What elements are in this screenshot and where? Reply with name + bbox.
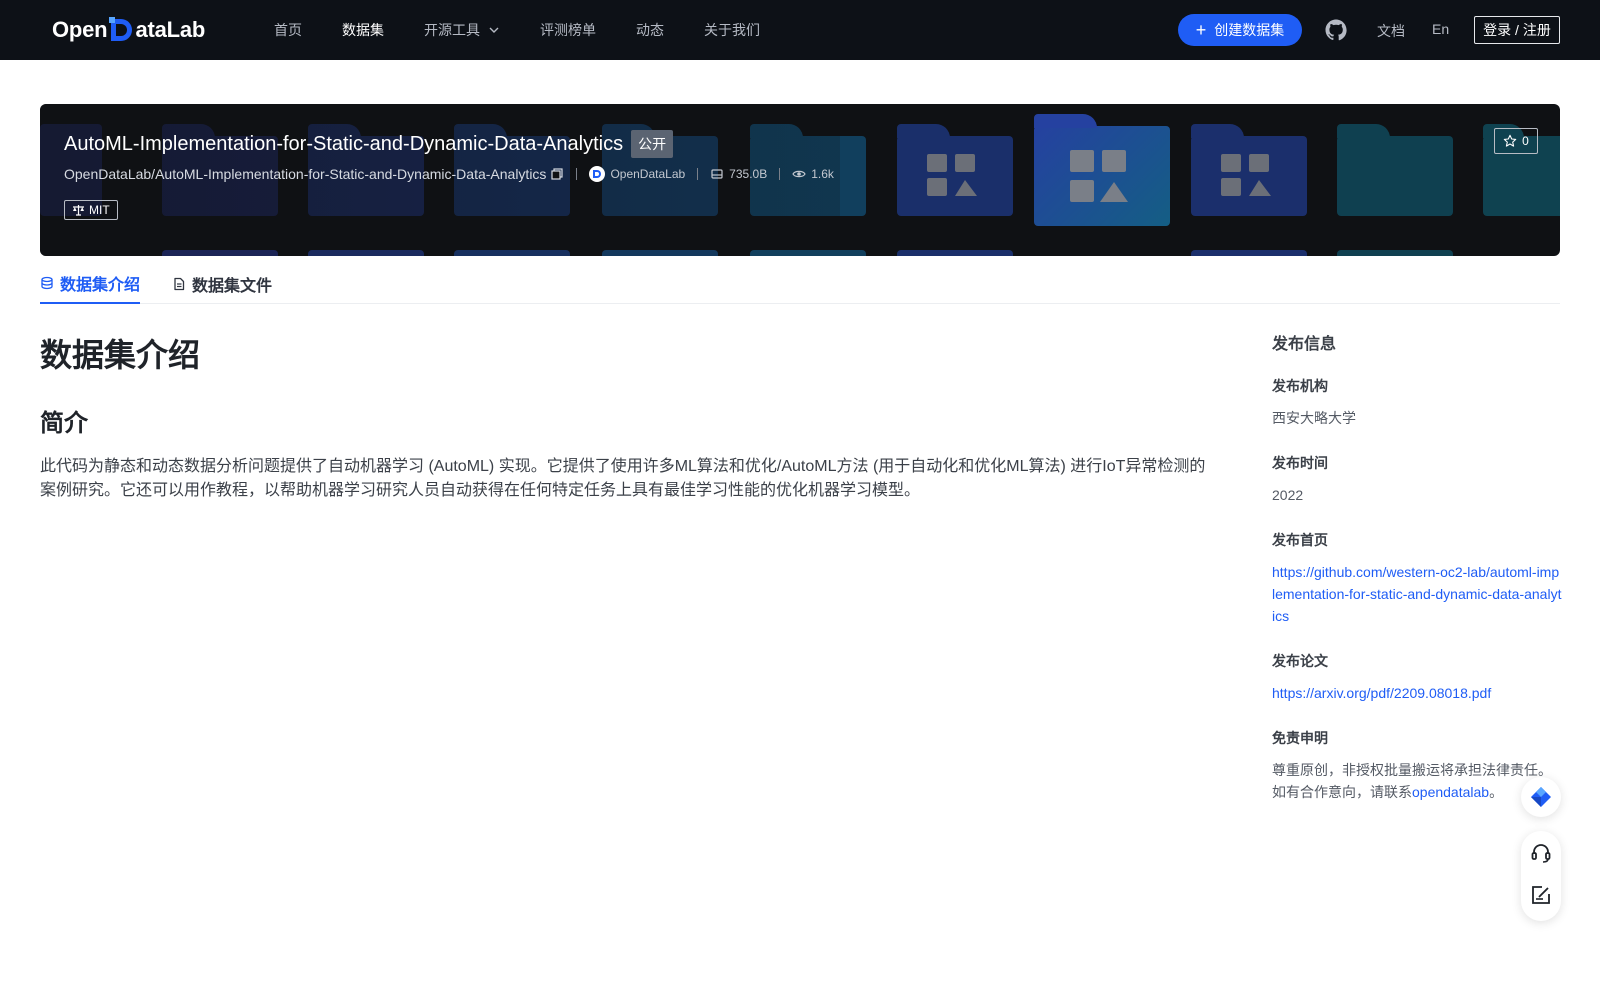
dataset-title: AutoML-Implementation-for-Static-and-Dyn… (64, 132, 624, 155)
file-icon (174, 277, 185, 291)
logo-d-mark (108, 16, 134, 44)
star-icon (1503, 134, 1517, 147)
github-icon[interactable] (1324, 18, 1348, 42)
floating-action-group (1521, 831, 1561, 921)
headset-icon[interactable] (1529, 841, 1553, 865)
license-badge: MIT (64, 200, 118, 220)
scale-icon (73, 205, 84, 216)
database-icon (711, 169, 723, 179)
dataset-views: 1.6k (792, 167, 834, 181)
homepage-link[interactable]: https://github.com/western-oc2-lab/autom… (1272, 561, 1562, 627)
nav-home[interactable]: 首页 (274, 20, 302, 40)
tab-dataset-files-label: 数据集文件 (192, 278, 273, 295)
folder-shape (1337, 124, 1453, 216)
tab-dataset-files[interactable]: 数据集文件 (172, 264, 272, 304)
floating-brand-button[interactable] (1521, 777, 1561, 817)
disclaimer-label: 免责申明 (1272, 730, 1328, 746)
dataset-full-path: OpenDataLab/AutoML-Implementation-for-St… (64, 166, 547, 182)
tab-dataset-intro[interactable]: 数据集介绍 (40, 264, 141, 304)
login-register-button[interactable]: 登录 / 注册 (1474, 16, 1560, 44)
logo-text-open: Open (52, 17, 108, 42)
publish-info-heading: 发布信息 (1272, 336, 1337, 353)
dataset-banner: AutoML-Implementation-for-Static-and-Dyn… (40, 104, 1560, 256)
star-count: 0 (1522, 134, 1529, 148)
nav-datasets[interactable]: 数据集 (342, 20, 384, 40)
contact-link[interactable]: opendatalab (1412, 784, 1489, 800)
disclaimer-text: 尊重原创，非授权批量搬运将承担法律责任。如有合作意向，请联系opendatala… (1272, 759, 1562, 803)
docs-link[interactable]: 文档 (1377, 21, 1405, 41)
section-title: 简介 (40, 410, 88, 437)
paper-label: 发布论文 (1272, 653, 1328, 669)
copy-icon[interactable] (550, 167, 564, 181)
homepage-label: 发布首页 (1272, 532, 1328, 548)
publisher-value: 西安大略大学 (1272, 410, 1356, 426)
logo-text-atalab: ataLab (135, 17, 206, 42)
dataset-views-value: 1.6k (811, 167, 834, 181)
dataset-description: 此代码为静态和动态数据分析问题提供了自动机器学习 (AutoML) 实现。它提供… (40, 458, 1206, 499)
nav-about[interactable]: 关于我们 (704, 20, 760, 40)
publish-time-label: 发布时间 (1272, 455, 1328, 471)
publisher-label: 发布机构 (1272, 378, 1328, 394)
org-name: OpenDataLab (610, 167, 686, 181)
language-switch[interactable]: En (1432, 21, 1449, 37)
chevron-down-icon (489, 27, 499, 33)
dataset-title-row: AutoML-Implementation-for-Static-and-Dyn… (64, 130, 674, 158)
create-dataset-label: 创建数据集 (1214, 22, 1285, 38)
publish-time-value: 2022 (1272, 487, 1304, 503)
nav-leaderboard[interactable]: 评测榜单 (540, 20, 596, 40)
folder-with-grid-highlight (1034, 114, 1170, 226)
stack-icon (41, 276, 53, 290)
dataset-org[interactable]: OpenDataLab (589, 166, 685, 182)
paper-link[interactable]: https://arxiv.org/pdf/2209.08018.pdf (1272, 682, 1562, 704)
plus-icon: + (1195, 20, 1207, 40)
top-navbar: Open ataLab 首页 数据集 开源工具 评测榜单 动态 关于我们 + 创… (0, 0, 1600, 60)
dataset-size-value: 735.0B (729, 167, 768, 181)
org-avatar-icon (589, 166, 606, 182)
dataset-size: 735.0B (710, 167, 767, 181)
disclaimer-end: 。 (1489, 784, 1504, 800)
edit-icon[interactable] (1529, 883, 1553, 907)
folder-with-grid (897, 124, 1013, 216)
tab-dataset-intro-label: 数据集介绍 (60, 277, 141, 294)
license-name: MIT (89, 203, 110, 217)
star-button[interactable]: 0 (1494, 128, 1538, 154)
nav-open-tools[interactable]: 开源工具 (424, 20, 500, 40)
folder-with-grid (1191, 124, 1307, 216)
dataset-tabs: 数据集介绍 数据集文件 (40, 264, 1560, 304)
nav-open-tools-label: 开源工具 (424, 22, 480, 38)
nav-news[interactable]: 动态 (636, 20, 664, 40)
opendatalab-logo[interactable]: Open ataLab (52, 14, 205, 46)
visibility-badge: 公开 (631, 130, 674, 158)
dataset-meta-row: OpenDataLab/AutoML-Implementation-for-St… (64, 166, 834, 182)
create-dataset-button[interactable]: + 创建数据集 (1178, 14, 1302, 46)
publish-info-panel: 发布信息 发布机构 西安大略大学 发布时间 2022 发布首页 https://… (1272, 330, 1562, 827)
eye-icon (792, 170, 806, 178)
diamond-icon (1531, 787, 1551, 807)
main-nav: 首页 数据集 开源工具 评测榜单 动态 关于我们 (274, 0, 800, 60)
content-title: 数据集介绍 (40, 337, 201, 373)
